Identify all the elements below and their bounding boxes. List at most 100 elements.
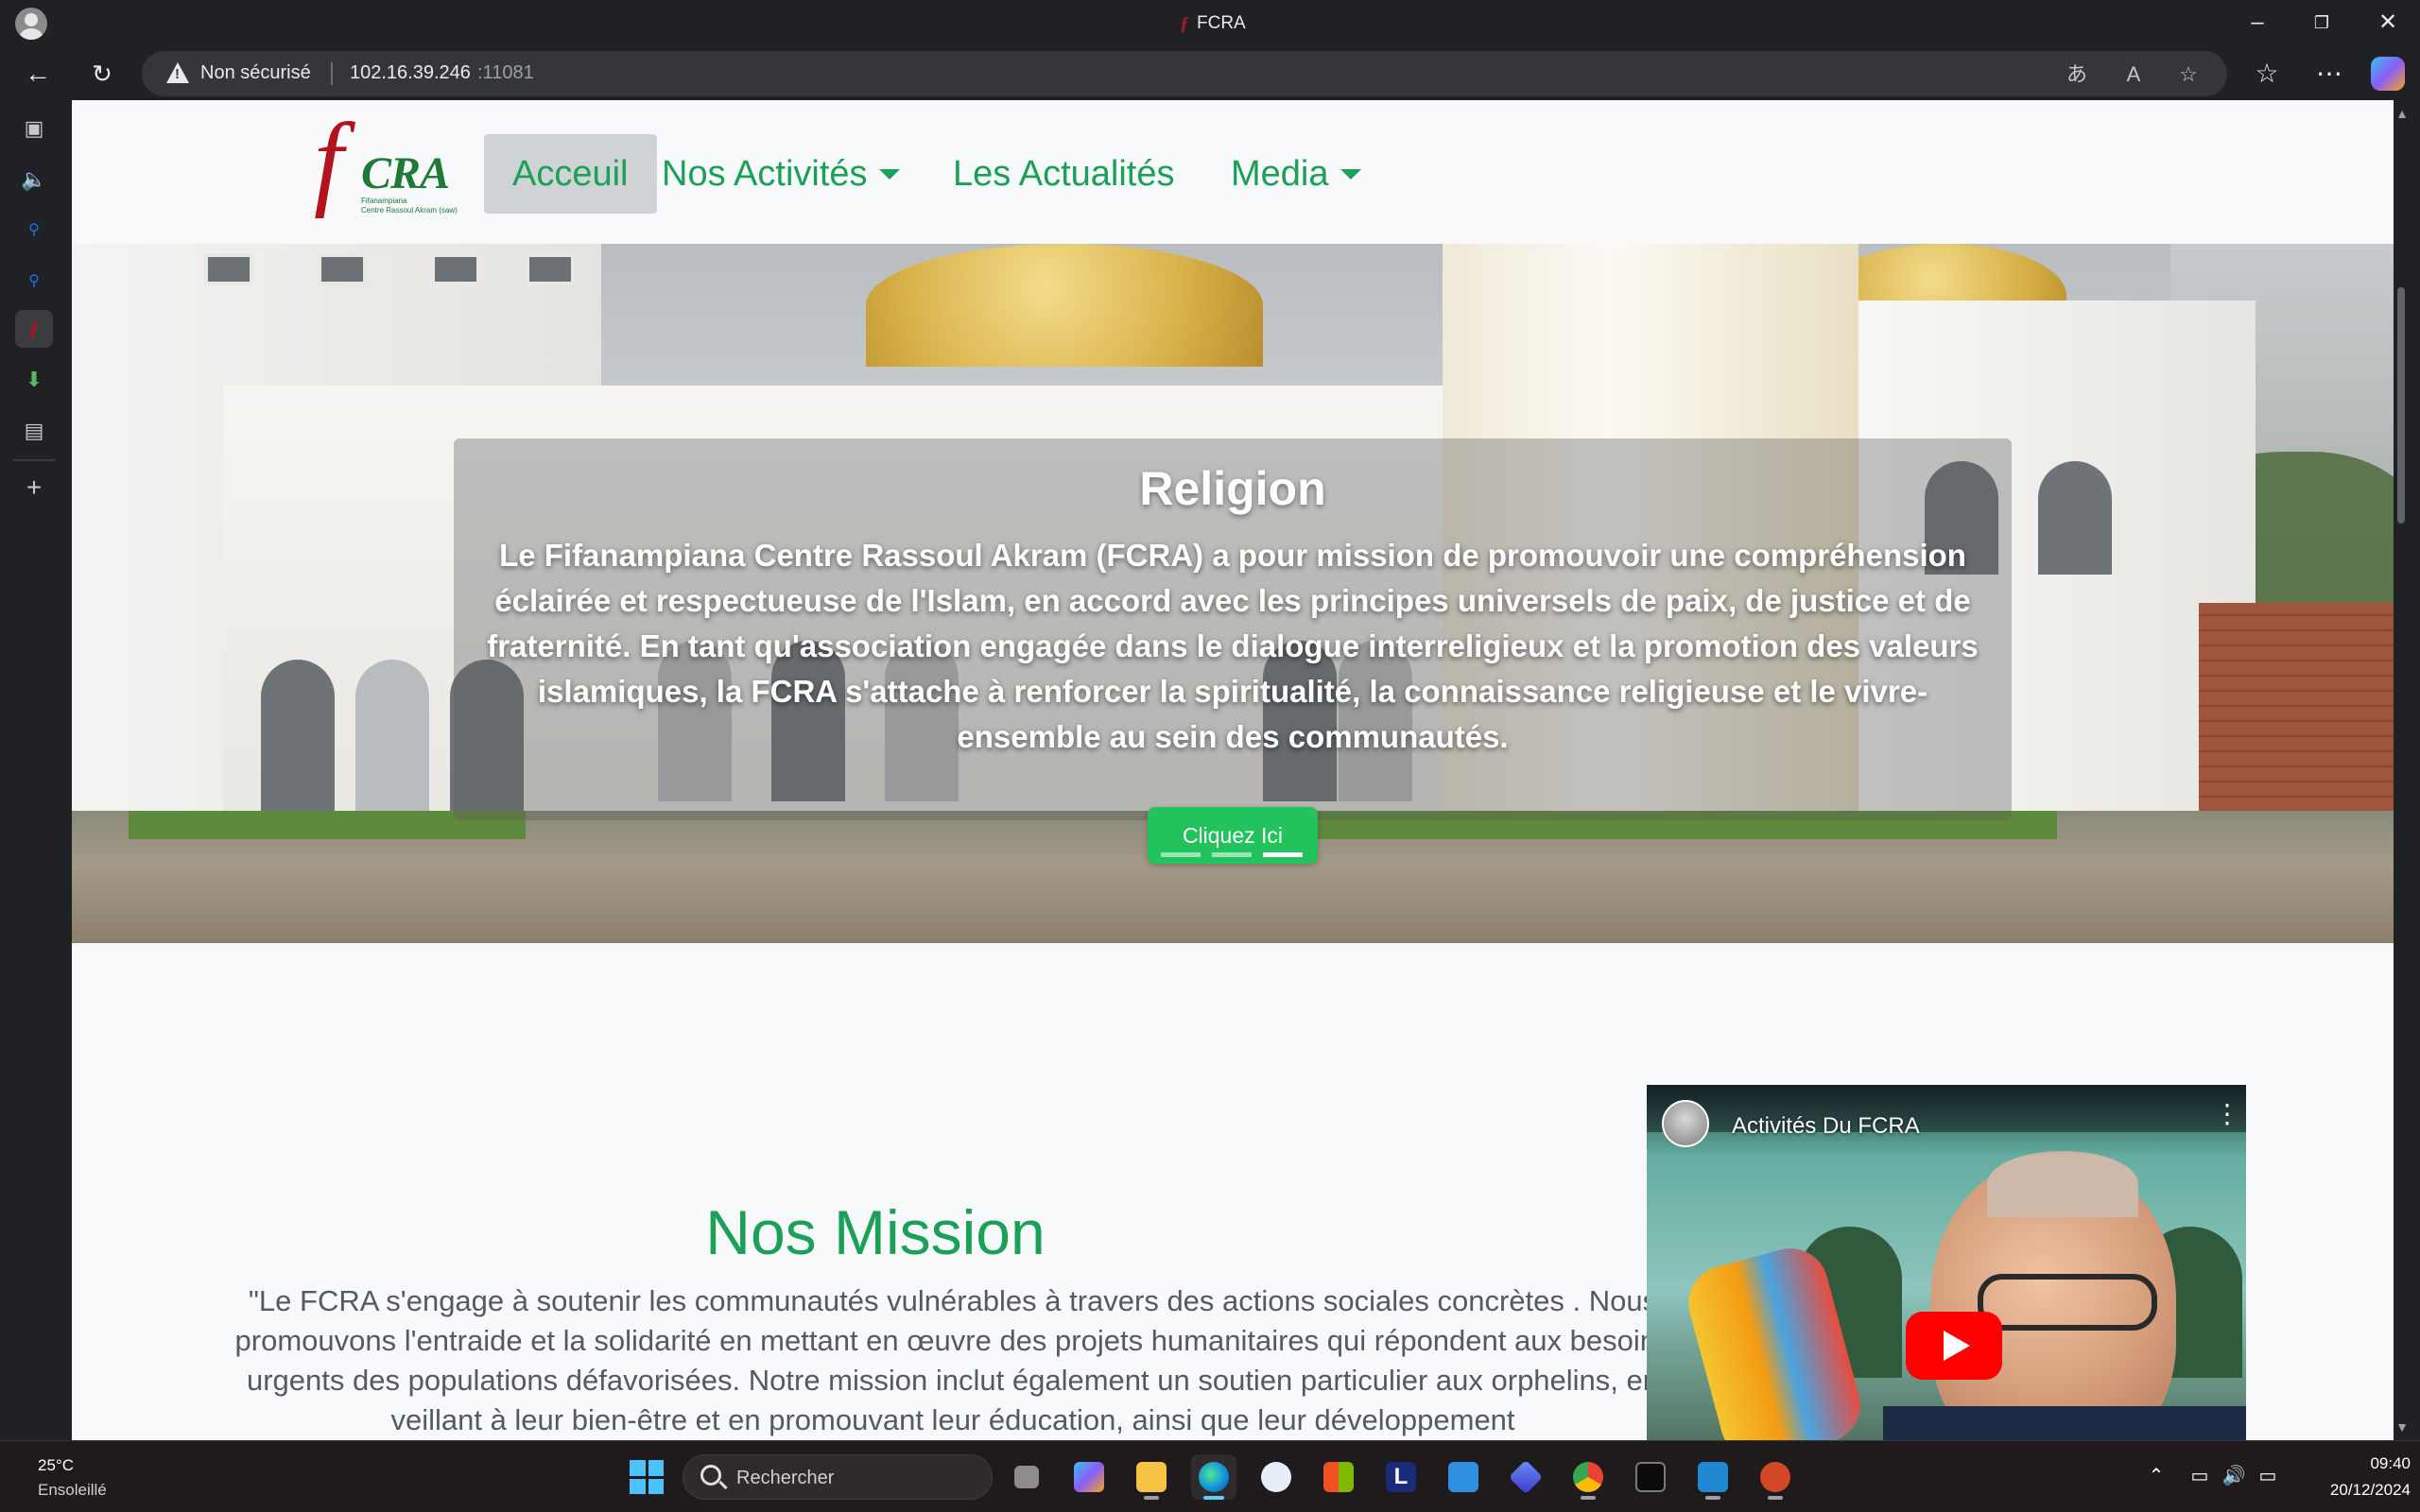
browser-titlebar: FCRA ƒ FCRA – ❐ ✕ xyxy=(0,0,2420,47)
logo-subtitle-line2: Centre Rassoul Akram (saw) xyxy=(361,206,458,215)
search-placeholder: Rechercher xyxy=(736,1468,835,1488)
volume-icon[interactable]: 🔊 xyxy=(2220,1464,2248,1487)
search-icon xyxy=(700,1465,721,1486)
chrome-icon[interactable] xyxy=(1565,1454,1611,1500)
close-icon[interactable]: ✕ xyxy=(2360,6,2416,40)
security-label[interactable]: Non sécurisé xyxy=(200,62,311,84)
tab-title-text: FCRA xyxy=(1197,13,1246,33)
mission-title: Nos Mission xyxy=(705,1197,1046,1267)
restore-icon[interactable]: ❐ xyxy=(2293,6,2350,40)
copilot-taskbar-icon[interactable] xyxy=(1066,1454,1112,1500)
browser-tab[interactable]: FCRA ƒ FCRA xyxy=(1172,11,1286,36)
url-host[interactable]: 102.16.39.246 xyxy=(350,62,471,84)
hero-arch xyxy=(355,660,429,820)
video-person-shirt xyxy=(1883,1406,2246,1440)
search-icon[interactable]: ⚲ xyxy=(15,263,53,301)
add-icon[interactable]: + xyxy=(15,469,53,507)
logo-name: CRA xyxy=(361,148,450,198)
translate-icon[interactable]: あ xyxy=(2063,60,2091,89)
edge-icon[interactable] xyxy=(1191,1454,1236,1500)
video-title[interactable]: Activités Du FCRA xyxy=(1732,1113,1920,1140)
carousel-indicator-active[interactable] xyxy=(1263,852,1303,857)
nav-les-actualites[interactable]: Les Actualités xyxy=(925,134,1202,214)
carousel-indicators xyxy=(1161,852,1306,858)
network-icon[interactable]: ▭ xyxy=(2186,1464,2214,1487)
nav-acceuil[interactable]: Acceuil xyxy=(484,134,657,214)
nav-label: Acceuil xyxy=(512,154,629,194)
fcra-site-icon[interactable]: ƒ xyxy=(15,310,53,348)
video-person-glasses xyxy=(1978,1274,2157,1331)
nav-label: Media xyxy=(1231,154,1329,194)
video-person-hair xyxy=(1987,1151,2138,1217)
task-view-icon[interactable] xyxy=(1004,1454,1049,1500)
page-scrollbar[interactable]: ▲ ▼ xyxy=(2394,100,2420,1440)
search-icon[interactable]: ⚲ xyxy=(15,212,53,249)
copilot-icon[interactable] xyxy=(2371,57,2405,91)
read-aloud-icon[interactable]: A xyxy=(2119,60,2148,89)
nav-label: Nos Activités xyxy=(662,154,868,194)
collections-icon[interactable]: ▤ xyxy=(15,412,53,450)
chevron-up-icon[interactable]: ⌃ xyxy=(2142,1464,2170,1487)
tab-actions-icon[interactable]: ▣ xyxy=(15,110,53,147)
download-icon[interactable]: ⬇ xyxy=(15,361,53,399)
hero-window xyxy=(204,253,253,285)
scroll-down-icon[interactable]: ▼ xyxy=(2395,1419,2409,1435)
powerpoint-icon[interactable] xyxy=(1753,1454,1798,1500)
hero-window xyxy=(526,253,575,285)
l-app-icon[interactable]: L xyxy=(1378,1454,1424,1500)
speaker-icon[interactable]: 🔈 xyxy=(15,161,53,198)
vscode-icon[interactable] xyxy=(1690,1454,1736,1500)
carousel-indicator[interactable] xyxy=(1161,852,1201,857)
terminal-icon[interactable] xyxy=(1628,1454,1673,1500)
youtube-video-embed[interactable]: Activités Du FCRA ⋮ xyxy=(1647,1085,2246,1440)
site-logo[interactable]: f CRA Fifanampiana Centre Rassoul Akram … xyxy=(314,108,475,223)
page-viewport: f CRA Fifanampiana Centre Rassoul Akram … xyxy=(72,100,2394,1440)
browser-toolbar: ← ↻ Non sécurisé 102.16.39.246 :11081 あ … xyxy=(0,47,2420,100)
profile-avatar[interactable] xyxy=(15,8,47,40)
channel-avatar[interactable] xyxy=(1662,1100,1709,1147)
chevron-down-icon xyxy=(1340,169,1361,180)
mission-text: "Le FCRA s'engage à soutenir les communa… xyxy=(234,1284,1671,1436)
app-store-a-icon[interactable] xyxy=(1253,1454,1299,1500)
more-menu-icon[interactable]: ⋯ xyxy=(2310,55,2348,93)
address-bar[interactable]: Non sécurisé 102.16.39.246 :11081 あ A ☆ xyxy=(142,51,2227,96)
battery-icon[interactable]: ▭ xyxy=(2254,1464,2282,1487)
logo-subtitle-line1: Fifanampiana xyxy=(361,197,407,205)
weather-temperature[interactable]: 25°C xyxy=(38,1456,74,1475)
fcra-favicon-glyph: ƒ xyxy=(1180,12,1189,34)
vertical-ellipsis-icon[interactable]: ⋮ xyxy=(2214,1101,2240,1127)
file-explorer-icon[interactable] xyxy=(1129,1454,1174,1500)
microsoft-store-icon[interactable] xyxy=(1316,1454,1361,1500)
minimize-icon[interactable]: – xyxy=(2229,6,2286,40)
scroll-up-icon[interactable]: ▲ xyxy=(2395,106,2409,121)
scroll-thumb[interactable] xyxy=(2397,287,2405,524)
hero-brick-wall xyxy=(2199,603,2394,811)
hero-arch xyxy=(261,660,335,820)
weather-description[interactable]: Ensoleillé xyxy=(38,1481,107,1500)
site-navbar: f CRA Fifanampiana Centre Rassoul Akram … xyxy=(72,100,2394,244)
sidebar-divider xyxy=(13,459,55,461)
logo-subtitle: Fifanampiana Centre Rassoul Akram (saw) xyxy=(361,197,458,215)
taskbar-search[interactable]: Rechercher xyxy=(683,1454,993,1500)
carousel-indicator[interactable] xyxy=(1212,852,1252,857)
favorite-star-icon[interactable]: ☆ xyxy=(2174,60,2203,89)
clock-date[interactable]: 20/12/2024 xyxy=(2288,1481,2411,1500)
hero-window xyxy=(431,253,480,285)
pen-app-icon[interactable] xyxy=(1441,1454,1486,1500)
address-divider xyxy=(331,62,333,85)
logo-letter: f xyxy=(314,102,344,219)
favorites-icon[interactable]: ☆ xyxy=(2248,55,2286,93)
warning-icon[interactable] xyxy=(166,62,189,83)
nav-nos-activites[interactable]: Nos Activités xyxy=(633,134,928,214)
youtube-play-icon[interactable] xyxy=(1906,1312,2002,1380)
windows-start-icon[interactable] xyxy=(630,1460,664,1494)
nav-label: Les Actualités xyxy=(953,154,1175,194)
refresh-icon[interactable]: ↻ xyxy=(83,55,121,93)
hero-arch xyxy=(2038,461,2112,575)
nav-media[interactable]: Media xyxy=(1202,134,1390,214)
edge-sidebar: ▣ 🔈 ⚲ ⚲ ƒ ⬇ ▤ + xyxy=(0,100,68,1440)
url-port[interactable]: :11081 xyxy=(477,62,534,84)
back-icon[interactable]: ← xyxy=(19,55,57,93)
clock-time[interactable]: 09:40 xyxy=(2335,1454,2411,1473)
power-automate-icon[interactable] xyxy=(1503,1454,1548,1500)
